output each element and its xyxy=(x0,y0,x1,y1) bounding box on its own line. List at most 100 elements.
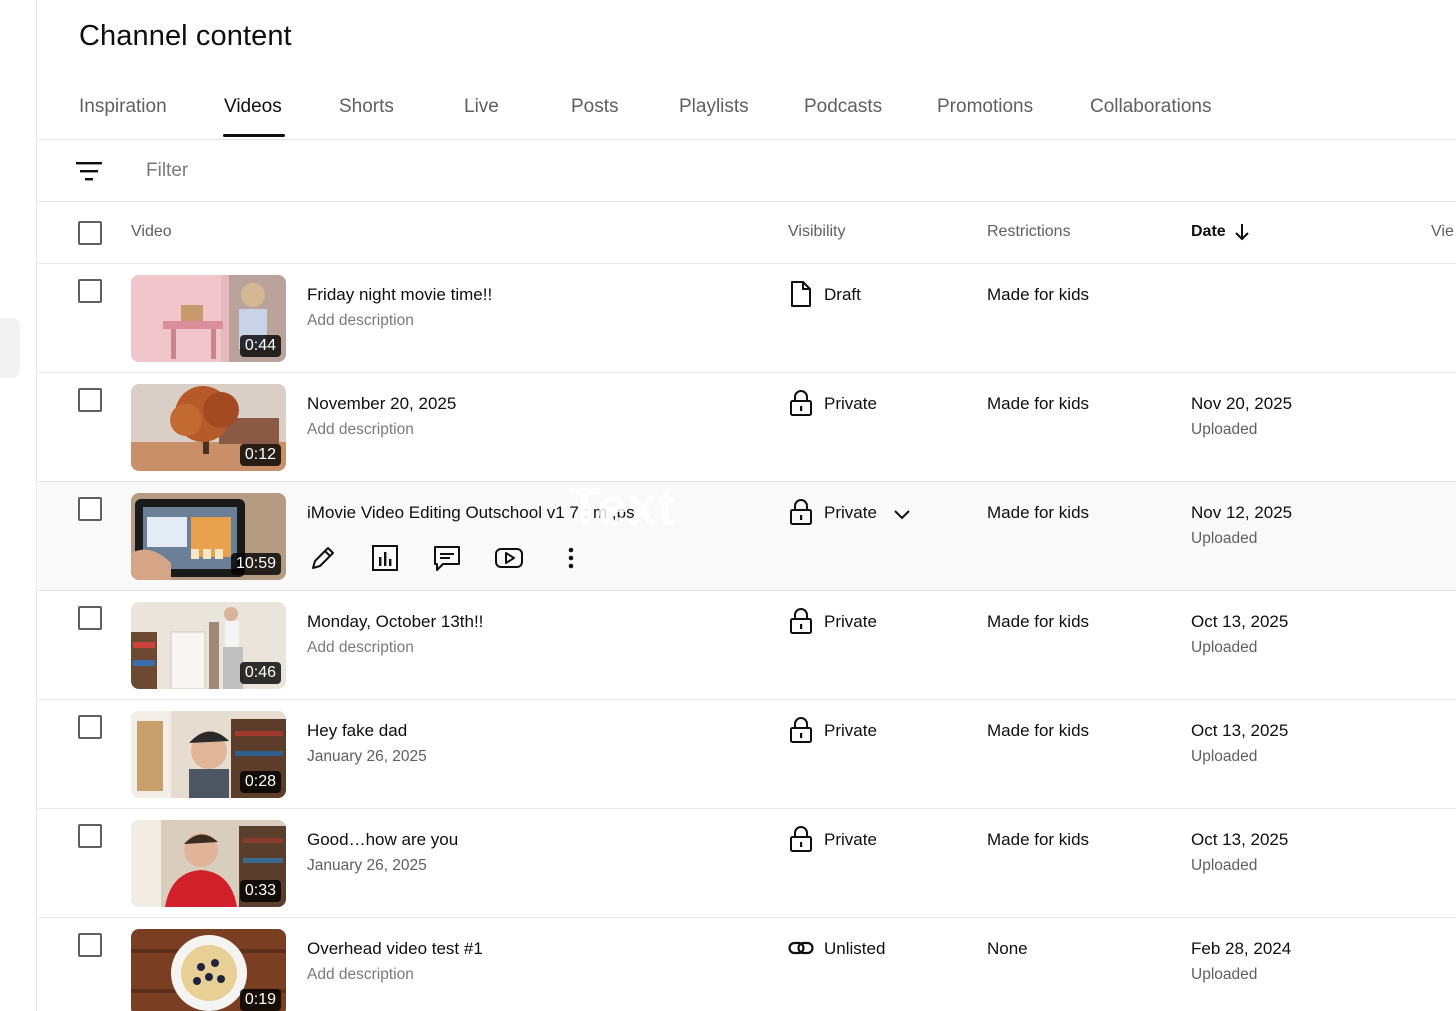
draft-file-icon xyxy=(791,281,811,307)
table-row[interactable]: 10:59 iMovie Video Editing Outschool v1 … xyxy=(38,477,1456,591)
visibility-label: Unlisted xyxy=(824,939,886,958)
visibility-label: Draft xyxy=(824,285,861,304)
lock-icon xyxy=(790,826,812,852)
video-title[interactable]: iMovie Video Editing Outschool v1 7 : m … xyxy=(307,503,635,523)
video-thumbnail[interactable]: 10:59 xyxy=(131,493,286,580)
date-status: Uploaded xyxy=(1191,639,1258,656)
video-thumbnail[interactable]: 0:44 xyxy=(131,275,286,362)
video-thumbnail[interactable]: 0:12 xyxy=(131,384,286,471)
date-label: Feb 28, 2024 xyxy=(1191,939,1292,958)
table-row[interactable]: 0:33 Good…how are you January 26, 2025 P… xyxy=(38,809,1456,918)
tab-podcasts[interactable]: Podcasts xyxy=(804,96,882,118)
video-description[interactable]: Add description xyxy=(307,639,414,657)
visibility-label: Private xyxy=(824,830,877,849)
tab-playlists[interactable]: Playlists xyxy=(679,96,749,118)
analytics-icon[interactable] xyxy=(369,542,401,574)
rail-tab[interactable] xyxy=(0,318,20,378)
more-vert-icon[interactable] xyxy=(555,542,587,574)
video-thumbnail[interactable]: 0:28 xyxy=(131,711,286,798)
video-title[interactable]: Friday night movie time!! xyxy=(307,285,492,305)
restrictions-label: Made for kids xyxy=(987,503,1090,522)
lock-icon xyxy=(790,608,812,634)
date-status: Uploaded xyxy=(1191,966,1258,983)
restrictions-label: Made for kids xyxy=(987,830,1090,849)
tab-collaborations[interactable]: Collaborations xyxy=(1090,96,1211,118)
tab-videos[interactable]: Videos xyxy=(224,96,282,118)
left-rail xyxy=(0,0,37,1011)
video-description: January 26, 2025 xyxy=(307,857,427,874)
video-description[interactable]: Add description xyxy=(307,421,414,439)
video-thumbnail[interactable]: 0:19 xyxy=(131,929,286,1011)
tab-live[interactable]: Live xyxy=(464,96,499,118)
video-title[interactable]: Overhead video test #1 xyxy=(307,939,483,959)
column-header-restrictions[interactable]: Restrictions xyxy=(987,223,1071,241)
row-checkbox[interactable] xyxy=(78,279,102,303)
tab-promotions[interactable]: Promotions xyxy=(937,96,1033,118)
date-status: Uploaded xyxy=(1191,748,1258,765)
video-thumbnail[interactable]: 0:46 xyxy=(131,602,286,689)
video-title[interactable]: Monday, October 13th!! xyxy=(307,612,483,632)
tab-shorts[interactable]: Shorts xyxy=(339,96,394,118)
row-checkbox[interactable] xyxy=(78,497,102,521)
table-row[interactable]: 0:12 November 20, 2025 Add description P… xyxy=(38,373,1456,482)
arrow-down-icon xyxy=(1234,224,1249,241)
video-duration: 0:44 xyxy=(239,335,281,357)
video-duration: 0:19 xyxy=(239,989,281,1011)
row-checkbox[interactable] xyxy=(78,388,102,412)
date-label: Nov 20, 2025 xyxy=(1191,394,1293,413)
date-label: Oct 13, 2025 xyxy=(1191,830,1289,849)
column-header-visibility[interactable]: Visibility xyxy=(788,223,846,241)
video-duration: 0:46 xyxy=(239,662,281,684)
table-row[interactable]: 0:46 Monday, October 13th!! Add descript… xyxy=(38,591,1456,700)
video-duration: 0:33 xyxy=(239,880,281,902)
youtube-play-icon[interactable] xyxy=(493,542,525,574)
column-header-date[interactable]: Date xyxy=(1191,223,1250,241)
restrictions-label: Made for kids xyxy=(987,721,1090,740)
active-tab-indicator xyxy=(223,134,285,137)
date-status: Uploaded xyxy=(1191,421,1258,438)
date-status: Uploaded xyxy=(1191,857,1258,874)
date-label: Nov 12, 2025 xyxy=(1191,503,1293,522)
table-row[interactable]: 0:19 Overhead video test #1 Add descript… xyxy=(38,918,1456,1011)
content-tabs: Inspiration Videos Shorts Live Posts Pla… xyxy=(38,76,1456,140)
restrictions-label: None xyxy=(987,939,1028,958)
column-header-video: Video xyxy=(131,223,172,240)
video-description[interactable]: Add description xyxy=(307,312,414,330)
video-duration: 0:12 xyxy=(239,444,281,466)
visibility-label: Private xyxy=(824,721,877,740)
table-row[interactable]: 0:44 Friday night movie time!! Add descr… xyxy=(38,264,1456,373)
restrictions-label: Made for kids xyxy=(987,285,1090,304)
video-title[interactable]: Good…how are you xyxy=(307,830,458,850)
chevron-down-icon[interactable] xyxy=(890,502,914,526)
row-checkbox[interactable] xyxy=(78,933,102,957)
filter-lines-icon[interactable] xyxy=(76,160,102,182)
lock-icon xyxy=(790,717,812,743)
visibility-label: Private xyxy=(824,394,877,413)
lock-icon xyxy=(790,499,812,525)
lock-icon xyxy=(790,390,812,416)
filter-bar xyxy=(38,140,1456,202)
select-all-checkbox[interactable] xyxy=(78,221,102,245)
row-checkbox[interactable] xyxy=(78,606,102,630)
video-duration: 10:59 xyxy=(230,553,281,575)
table-row[interactable]: 0:28 Hey fake dad January 26, 2025 Priva… xyxy=(38,700,1456,809)
row-checkbox[interactable] xyxy=(78,715,102,739)
pencil-icon[interactable] xyxy=(307,542,339,574)
video-title[interactable]: November 20, 2025 xyxy=(307,394,456,414)
row-checkbox[interactable] xyxy=(78,824,102,848)
table-header: Video Visibility Restrictions Date Vie xyxy=(38,202,1456,264)
date-status: Uploaded xyxy=(1191,530,1258,547)
video-description[interactable]: Add description xyxy=(307,966,414,984)
video-thumbnail[interactable]: 0:33 xyxy=(131,820,286,907)
video-duration: 0:28 xyxy=(239,771,281,793)
channel-content-panel: Channel content Inspiration Videos Short… xyxy=(38,0,1456,1011)
video-title[interactable]: Hey fake dad xyxy=(307,721,407,741)
column-header-views[interactable]: Vie xyxy=(1431,223,1454,241)
filter-input[interactable] xyxy=(146,156,546,186)
comments-icon[interactable] xyxy=(431,542,463,574)
tab-inspiration[interactable]: Inspiration xyxy=(79,96,167,118)
tab-posts[interactable]: Posts xyxy=(571,96,619,118)
column-header-date-label: Date xyxy=(1191,223,1226,241)
restrictions-label: Made for kids xyxy=(987,612,1090,631)
visibility-label: Private xyxy=(824,503,877,522)
